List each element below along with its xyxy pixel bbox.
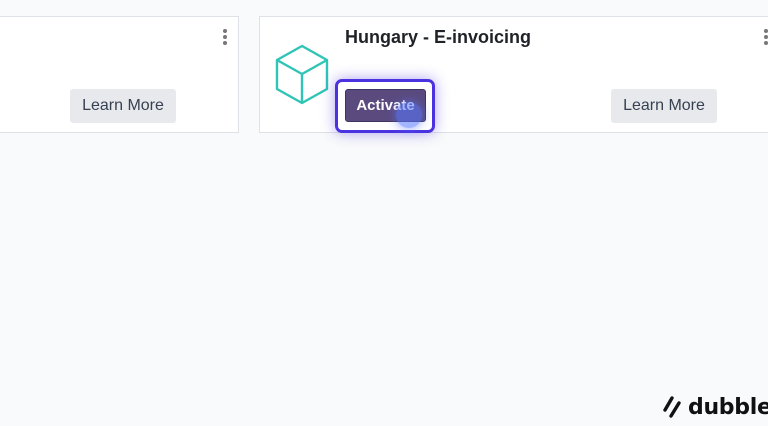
cube-icon	[275, 44, 329, 105]
dubble-watermark: dubble	[662, 394, 768, 420]
dubble-logo-icon	[663, 396, 681, 418]
card-options-icon[interactable]	[761, 29, 768, 45]
dubble-wordmark: dubble	[688, 394, 768, 420]
learn-more-button[interactable]: Learn More	[70, 89, 176, 123]
card-options-icon[interactable]	[220, 29, 230, 45]
click-indicator-icon	[396, 102, 422, 128]
learn-more-button[interactable]: Learn More	[611, 89, 717, 123]
app-card-left: Learn More	[0, 16, 239, 133]
app-title: Hungary - E-invoicing	[345, 27, 532, 47]
